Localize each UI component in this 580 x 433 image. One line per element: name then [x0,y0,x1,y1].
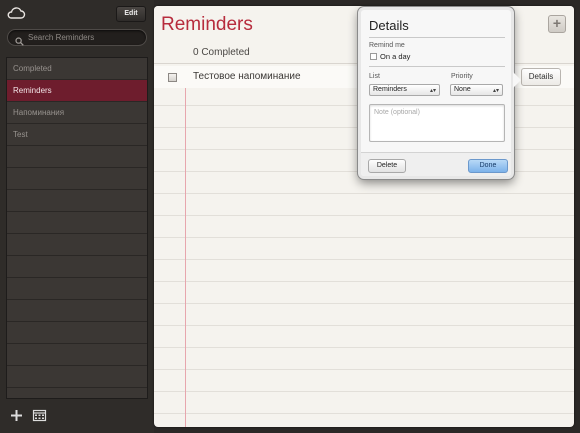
sidebar-item-completed[interactable]: Completed [7,58,147,79]
done-button[interactable]: Done [468,159,508,173]
list-label: List [369,73,380,80]
completed-count: 0 Completed [193,47,250,58]
priority-select-value: None [454,86,471,93]
on-a-day-label[interactable]: On a day [380,52,410,61]
divider [369,66,505,67]
list-select[interactable]: Reminders ▴▾ [369,84,440,96]
page-title: Reminders [161,14,253,35]
divider [369,37,505,38]
search-input[interactable] [28,31,143,44]
edit-button[interactable]: Edit [116,6,146,22]
details-popover: Details Remind me On a day List Priority… [358,7,521,179]
popover-footer: Delete Done [361,152,511,176]
search-icon [15,33,24,46]
note-input[interactable] [370,105,504,141]
search-field[interactable] [7,29,147,46]
remind-me-label: Remind me [369,42,405,49]
paper-margin-line [185,66,186,427]
priority-label: Priority [451,73,473,80]
reminder-title[interactable]: Тестовое напоминание [193,71,301,82]
popover-title: Details [369,18,409,33]
sidebar-item-test[interactable]: Test [7,124,147,145]
plus-icon: + [552,15,562,31]
updown-chevron-icon: ▴▾ [429,88,436,94]
priority-select[interactable]: None ▴▾ [450,84,503,96]
sidebar: Edit Completed Reminders Напоминания Tes… [0,0,154,433]
icloud-icon[interactable] [6,6,26,20]
updown-chevron-icon: ▴▾ [492,88,499,94]
calendar-icon[interactable] [32,408,47,423]
note-field[interactable] [369,104,505,142]
sidebar-item-reminders[interactable]: Reminders [7,80,147,101]
on-a-day-checkbox[interactable] [370,53,377,60]
details-button[interactable]: Details [521,68,561,86]
reminder-checkbox[interactable] [168,73,177,82]
delete-button[interactable]: Delete [368,159,406,173]
add-reminder-button[interactable]: + [548,15,566,33]
popover-arrow [513,72,521,88]
plus-icon[interactable] [9,408,24,423]
sidebar-toolbar [0,403,154,433]
list-select-value: Reminders [373,86,407,93]
sidebar-item-napominaniya[interactable]: Напоминания [7,102,147,123]
reminder-lists: Completed Reminders Напоминания Test [6,57,148,399]
